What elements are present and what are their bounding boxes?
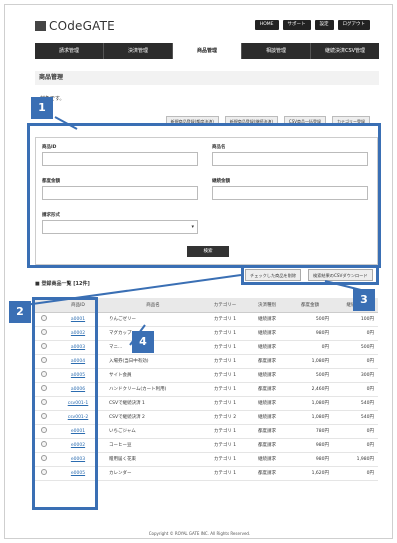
nav-consultation[interactable]: 相談管理: [242, 43, 311, 59]
cell-base-amount: 1,620円: [287, 466, 333, 481]
cell-product-name: ハンドクリーム(カート利用): [103, 382, 203, 397]
cell-recurring-amount: 0円: [333, 424, 378, 439]
cell-payment-type: 都度請求: [247, 424, 287, 439]
cell-recurring-amount: 0円: [333, 466, 378, 481]
callout-2-frame: [32, 297, 98, 510]
cell-payment-type: 都度請求: [247, 466, 287, 481]
cell-payment-type: 継続請求: [247, 410, 287, 425]
col-product-name: 商品名: [103, 298, 203, 313]
cell-recurring-amount: 540円: [333, 396, 378, 411]
cell-category: カテゴリ 1: [203, 326, 247, 341]
cell-base-amount: 2,460円: [287, 382, 333, 397]
cell-recurring-amount: 100円: [333, 312, 378, 327]
cell-category: カテゴリ 1: [203, 466, 247, 481]
logo: COdeGATE: [35, 19, 115, 33]
nav-recurring-csv[interactable]: 継続決済CSV管理: [311, 43, 379, 59]
cell-recurring-amount: 1,980円: [333, 452, 378, 467]
col-payment-type: 決済種別: [247, 298, 287, 313]
cell-product-name: りんごゼリー: [103, 312, 203, 327]
callout-2: 2: [9, 301, 31, 323]
cell-recurring-amount: 0円: [333, 326, 378, 341]
app-frame: COdeGATE HOME サポート 設定 ログアウト 請求管理 決済管理 商品…: [4, 4, 393, 539]
callout-4: 4: [132, 331, 154, 353]
nav-products[interactable]: 商品管理: [173, 43, 242, 59]
nav-payment[interactable]: 決済管理: [104, 43, 173, 59]
cell-category: カテゴリ 1: [203, 312, 247, 327]
product-list-title: ■ 登録商品一覧 [12件]: [35, 281, 90, 287]
cell-payment-type: 継続請求: [247, 312, 287, 327]
cell-recurring-amount: 540円: [333, 410, 378, 425]
cell-payment-type: 継続請求: [247, 340, 287, 355]
cell-base-amount: 980円: [287, 326, 333, 341]
cell-category: カテゴリ 1: [203, 368, 247, 383]
cell-product-name: 贈用届く花束: [103, 452, 203, 467]
callout-3: 3: [353, 289, 375, 311]
callout-3-frame: [241, 265, 379, 285]
cell-base-amount: 980円: [287, 438, 333, 453]
cell-product-name: カレンダー: [103, 466, 203, 481]
cell-base-amount: 1,080円: [287, 354, 333, 369]
cell-product-name: CSVで継続決済 2: [103, 410, 203, 425]
cell-category: カテゴリ 1: [203, 424, 247, 439]
cell-payment-type: 継続請求: [247, 452, 287, 467]
cell-product-name: CSVで継続決済 1: [103, 396, 203, 411]
cell-base-amount: 980円: [287, 452, 333, 467]
cell-base-amount: 1,080円: [287, 396, 333, 411]
nav-billing[interactable]: 請求管理: [35, 43, 104, 59]
cell-recurring-amount: 0円: [333, 382, 378, 397]
cell-base-amount: 500円: [287, 368, 333, 383]
settings-button[interactable]: 設定: [314, 20, 334, 30]
cell-recurring-amount: 0円: [333, 354, 378, 369]
cell-product-name: 入場券(当日中有効): [103, 354, 203, 369]
header-buttons: HOME サポート 設定 ログアウト: [254, 20, 370, 30]
main-nav: 請求管理 決済管理 商品管理 相談管理 継続決済CSV管理: [35, 43, 379, 59]
col-base-amount: 都度金額: [287, 298, 333, 313]
cell-payment-type: 継続請求: [247, 326, 287, 341]
home-button[interactable]: HOME: [254, 20, 279, 30]
cell-payment-type: 継続請求: [247, 396, 287, 411]
cell-product-name: いちごジャム: [103, 424, 203, 439]
callout-1-frame: [27, 123, 381, 268]
cell-category: カテゴリ 2: [203, 410, 247, 425]
cell-base-amount: 0円: [287, 340, 333, 355]
cell-recurring-amount: 500円: [333, 340, 378, 355]
logo-text: COdeGATE: [49, 19, 115, 33]
cell-base-amount: 780円: [287, 424, 333, 439]
col-category: カテゴリー: [203, 298, 247, 313]
cell-category: カテゴリ 1: [203, 340, 247, 355]
cell-base-amount: 1,080円: [287, 410, 333, 425]
cell-payment-type: 継続請求: [247, 368, 287, 383]
logout-button[interactable]: ログアウト: [337, 20, 370, 30]
cell-category: カテゴリ 1: [203, 354, 247, 369]
cell-category: カテゴリ 1: [203, 438, 247, 453]
cell-category: カテゴリ 1: [203, 382, 247, 397]
cell-product-name: コーヒー豆: [103, 438, 203, 453]
cell-recurring-amount: 300円: [333, 368, 378, 383]
cell-category: カテゴリ 1: [203, 452, 247, 467]
logo-icon: [35, 21, 46, 31]
cell-recurring-amount: 0円: [333, 438, 378, 453]
cell-payment-type: 都度請求: [247, 354, 287, 369]
callout-1: 1: [31, 97, 53, 119]
cell-payment-type: 都度請求: [247, 382, 287, 397]
cell-category: カテゴリ 1: [203, 396, 247, 411]
page-title: 商品管理: [35, 71, 379, 85]
support-button[interactable]: サポート: [282, 20, 311, 30]
cell-product-name: サイト会員: [103, 368, 203, 383]
cell-base-amount: 500円: [287, 312, 333, 327]
footer: Copyright © ROYAL GATE INC. All Rights R…: [148, 531, 251, 536]
cell-payment-type: 都度請求: [247, 438, 287, 453]
